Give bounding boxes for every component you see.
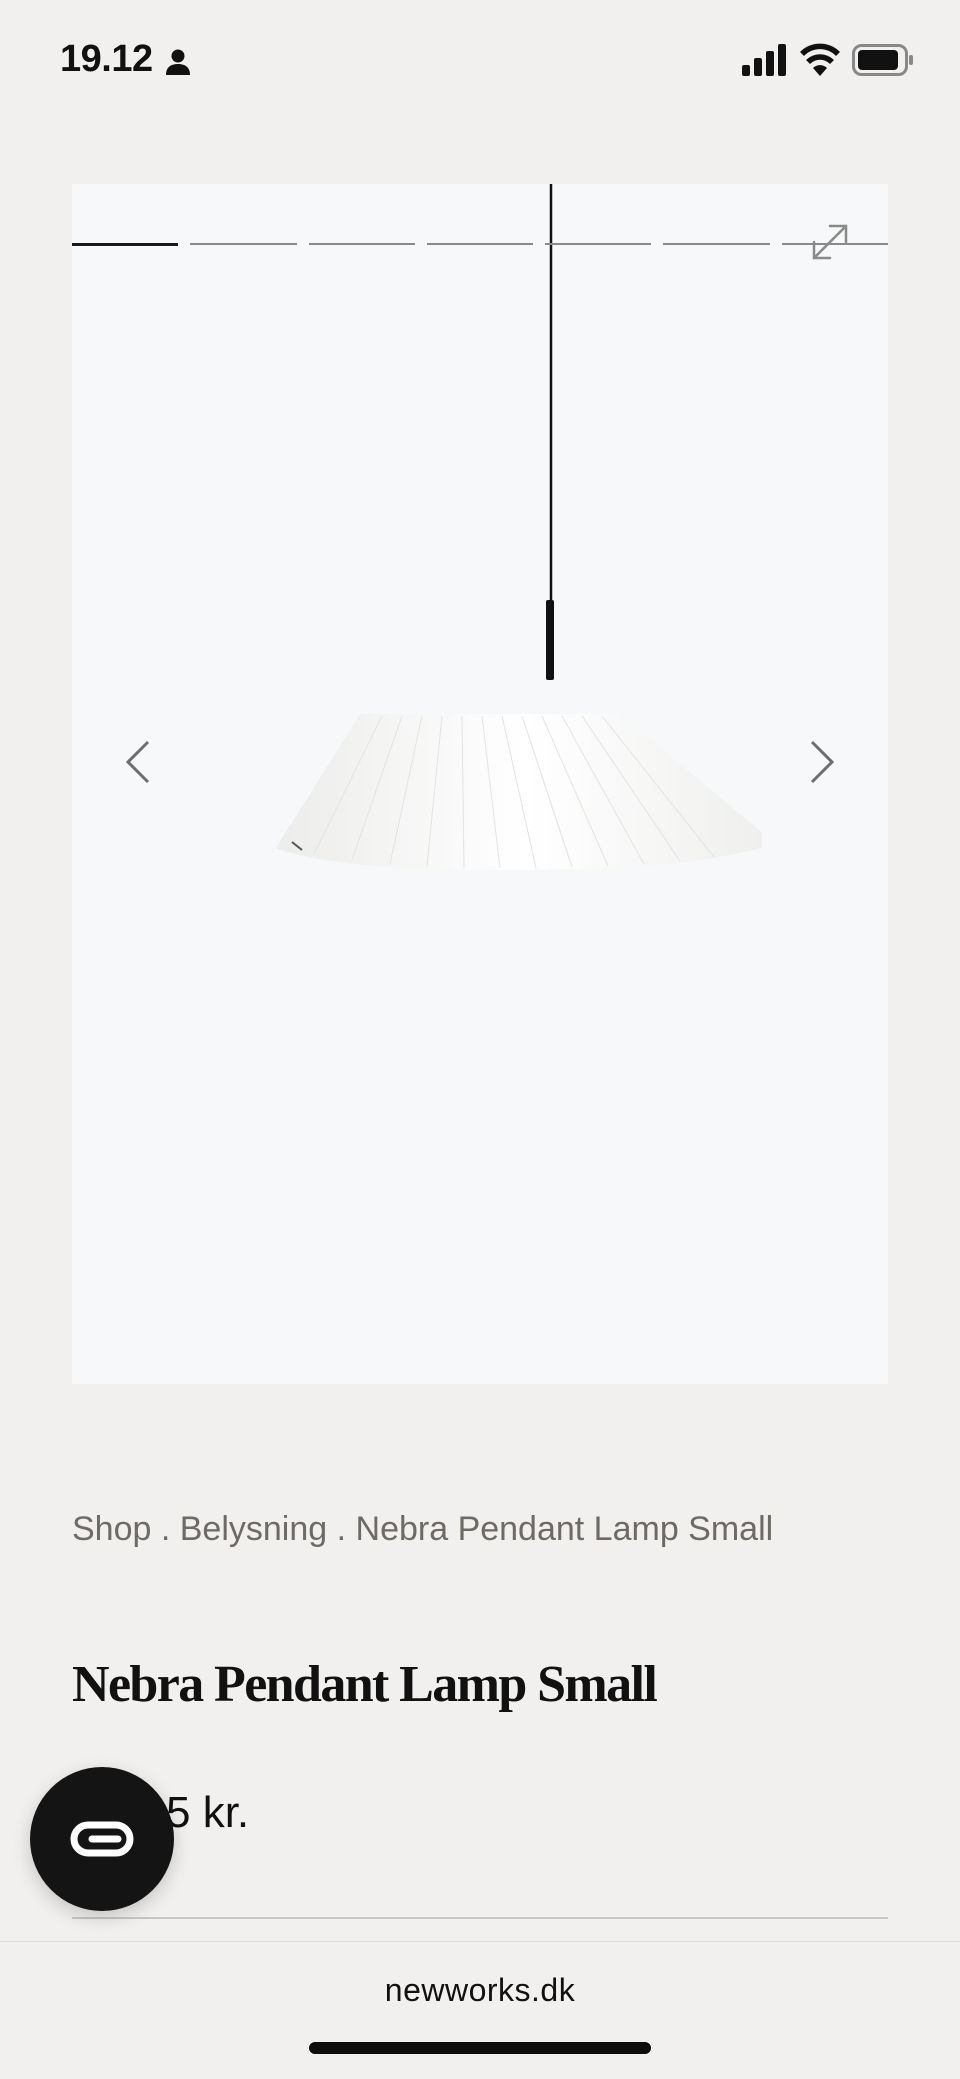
progress-segment[interactable] [426,243,534,245]
breadcrumb-item-current: Nebra Pendant Lamp Small [355,1510,774,1548]
progress-segment[interactable] [663,243,770,245]
expand-icon[interactable] [808,220,852,264]
product-title: Nebra Pendant Lamp Small [72,1656,658,1713]
person-icon [166,49,190,75]
chat-button[interactable] [30,1767,174,1911]
breadcrumb-item-shop[interactable]: Shop [72,1510,151,1548]
progress-segment[interactable] [190,243,297,245]
chat-icon [70,1821,134,1857]
status-time: 19.12 [60,38,153,80]
progress-segment[interactable] [308,243,415,245]
signal-icon [742,44,786,76]
gallery-progress [72,243,888,246]
breadcrumb-separator: . [151,1510,180,1548]
page: 19.12 Shop . Belysning . Nebra Pendant L… [0,0,960,2079]
product-image [276,184,762,870]
price-value: 5 kr. [166,1788,250,1837]
home-indicator[interactable] [309,2042,651,2054]
product-gallery[interactable] [72,184,888,1384]
battery-icon [852,44,913,76]
status-bar: 19.12 [0,0,960,120]
progress-segment[interactable] [72,243,179,246]
breadcrumb-item-belysning[interactable]: Belysning [180,1510,327,1548]
arrow-right-icon[interactable] [808,738,838,786]
browser-bottom-bar: newworks.dk [0,1941,960,2079]
wifi-icon [800,43,840,76]
arrow-left-icon[interactable] [122,738,152,786]
progress-segment[interactable] [545,243,652,245]
divider [72,1917,888,1919]
breadcrumb: Shop . Belysning . Nebra Pendant Lamp Sm… [72,1510,773,1549]
url-label[interactable]: newworks.dk [0,1972,960,2009]
breadcrumb-separator: . [327,1510,356,1548]
